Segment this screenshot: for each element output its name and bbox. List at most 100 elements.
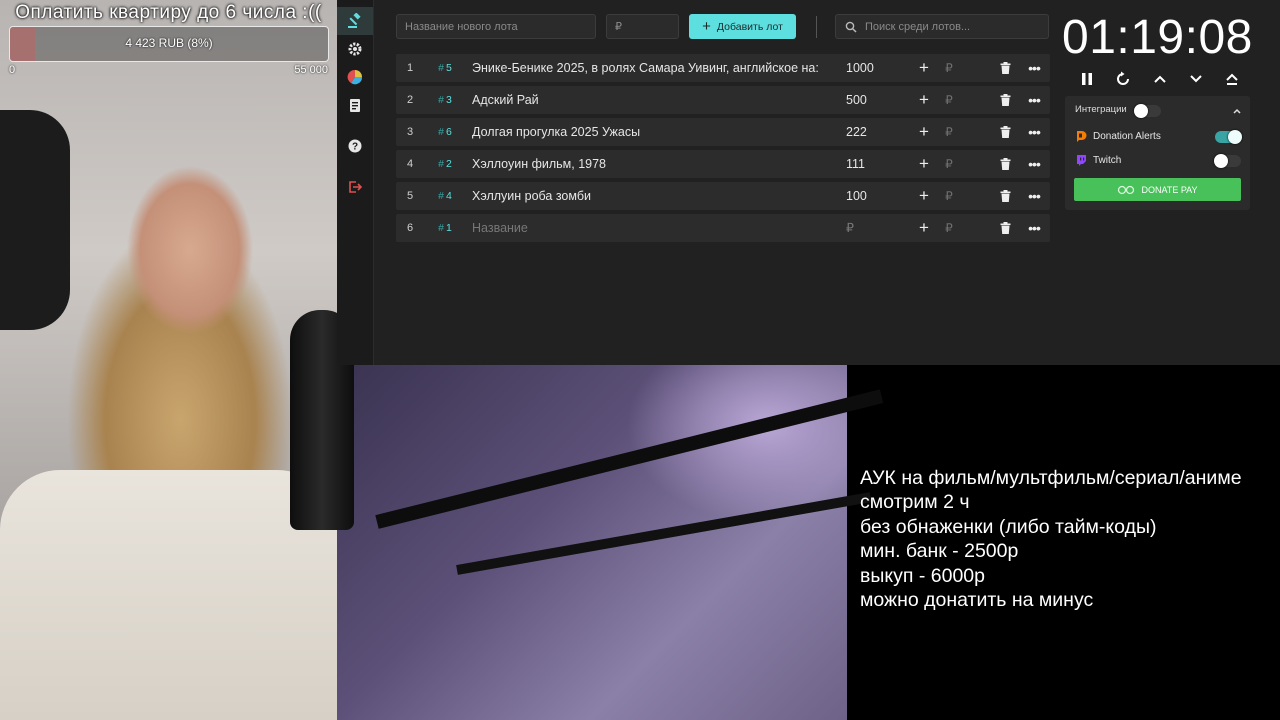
donate-pay-logo-icon [1118, 185, 1135, 194]
lot-amount[interactable]: 222 [846, 118, 901, 146]
history-clipboard-icon[interactable] [337, 91, 373, 119]
lot-amount[interactable]: 1000 [846, 54, 901, 82]
more-options-icon[interactable]: ••• [1024, 150, 1044, 178]
plus-icon: + [702, 18, 711, 35]
auction-rules: АУК на фильм/мультфильм/сериал/аниме смо… [860, 466, 1275, 612]
donation-alerts-row: Donation Alerts [1075, 130, 1161, 142]
add-to-lot-plus-icon[interactable]: + [914, 150, 934, 178]
rules-line: смотрим 2 ч [860, 491, 970, 514]
delete-lot-trash-icon[interactable] [997, 182, 1013, 210]
webcam-background-scene [337, 365, 884, 720]
lot-add-amount-input[interactable]: ₽ [941, 54, 957, 82]
lot-amount[interactable]: 100 [846, 182, 901, 210]
twitch-label: Twitch [1093, 154, 1122, 166]
twitch-toggle[interactable] [1214, 154, 1241, 168]
lot-add-amount-input[interactable]: ₽ [941, 150, 957, 178]
rules-line: без обнаженки (либо тайм-коды) [860, 515, 1157, 538]
donation-alerts-label: Donation Alerts [1093, 130, 1161, 142]
lot-name[interactable]: Адский Рай [472, 86, 827, 114]
gaming-chair [0, 110, 70, 330]
toolbar-divider [816, 16, 817, 38]
reset-icon[interactable] [1113, 69, 1133, 89]
help-icon[interactable]: ? [337, 132, 373, 160]
lot-row: 3 #6 Долгая прогулка 2025 Ужасы 222 + ₽ ••• [396, 118, 1050, 146]
lot-name[interactable]: Название [472, 214, 827, 242]
more-options-icon[interactable]: ••• [1024, 86, 1044, 114]
integrations-panel: Интеграции Donation Alerts Twitch DONATE… [1065, 96, 1250, 210]
search-input[interactable] [863, 19, 1048, 34]
lot-name[interactable]: Долгая прогулка 2025 Ужасы [472, 118, 827, 146]
lot-row: 2 #3 Адский Рай 500 + ₽ ••• [396, 86, 1050, 114]
new-lot-name-input[interactable] [396, 14, 596, 39]
lot-add-amount-input[interactable]: ₽ [941, 182, 957, 210]
settings-gear-icon[interactable] [337, 35, 373, 63]
search-box[interactable] [835, 14, 1049, 39]
webcam-streamer [0, 0, 337, 720]
lot-id: 5 [446, 62, 452, 74]
more-options-icon[interactable]: ••• [1024, 214, 1044, 242]
toggle-knob [1228, 130, 1242, 144]
mic-boom-arm-lower [456, 492, 872, 575]
add-lot-button[interactable]: + Добавить лот [689, 14, 796, 39]
lot-number: 1 [406, 62, 414, 74]
chevron-down-icon[interactable] [1186, 69, 1206, 89]
more-options-icon[interactable]: ••• [1024, 54, 1044, 82]
stats-pie-icon[interactable] [337, 63, 373, 91]
lot-number: 5 [406, 190, 414, 202]
delete-lot-trash-icon[interactable] [997, 86, 1013, 114]
chevron-up-icon[interactable] [1150, 69, 1170, 89]
lot-row: 1 #5 Энике-Бенике 2025, в ролях Самара Уив… [396, 54, 1050, 82]
donate-pay-button[interactable]: DONATE PAY [1074, 178, 1241, 201]
delete-lot-trash-icon[interactable] [997, 54, 1013, 82]
lot-id: 6 [446, 126, 452, 138]
rules-line: АУК на фильм/мультфильм/сериал/аниме [860, 467, 1242, 489]
add-to-lot-plus-icon[interactable]: + [914, 54, 934, 82]
lot-name[interactable]: Хэллоуин фильм, 1978 [472, 150, 827, 178]
lot-amount[interactable]: 111 [846, 150, 901, 178]
lot-id: 3 [446, 94, 452, 106]
chevron-up-icon[interactable] [1232, 103, 1242, 121]
new-lot-amount-input[interactable] [606, 14, 679, 39]
lot-row: 5 #4 Хэллуин роба зомби 100 + ₽ ••• [396, 182, 1050, 210]
lot-amount[interactable]: 500 [846, 86, 901, 114]
more-options-icon[interactable]: ••• [1024, 182, 1044, 210]
lot-name[interactable]: Хэллуин роба зомби [472, 182, 827, 210]
lot-row: 4 #2 Хэллоуин фильм, 1978 111 + ₽ ••• [396, 150, 1050, 178]
delete-lot-trash-icon[interactable] [997, 150, 1013, 178]
lot-number: 3 [406, 126, 414, 138]
goal-progress-text: 4 423 RUB (8%) [125, 36, 213, 50]
hash-icon: # [438, 94, 444, 106]
delete-lot-trash-icon[interactable] [997, 214, 1013, 242]
auction-app: ? + Добавить лот 1#5Энике-Бенике 2025, в… [337, 0, 1280, 365]
add-to-lot-plus-icon[interactable]: + [914, 214, 934, 242]
lot-add-amount-input[interactable]: ₽ [941, 214, 957, 242]
delete-lot-trash-icon[interactable] [997, 118, 1013, 146]
lot-id: 4 [446, 190, 452, 202]
lot-id-tag: #6 [431, 118, 459, 146]
rules-line: можно донатить на минус [860, 588, 1094, 611]
add-to-lot-plus-icon[interactable]: + [914, 118, 934, 146]
add-to-lot-plus-icon[interactable]: + [914, 86, 934, 114]
lot-add-amount-input[interactable]: ₽ [941, 86, 957, 114]
add-lot-label: Добавить лот [716, 20, 783, 33]
more-options-icon[interactable]: ••• [1024, 118, 1044, 146]
timer-controls [1077, 69, 1242, 89]
double-up-icon[interactable] [1222, 69, 1242, 89]
lot-add-amount-input[interactable]: ₽ [941, 118, 957, 146]
toggle-knob [1214, 154, 1228, 168]
pause-icon[interactable] [1077, 69, 1097, 89]
lot-number: 6 [406, 222, 414, 234]
logout-icon[interactable] [337, 173, 373, 201]
donation-alerts-toggle[interactable] [1215, 130, 1242, 144]
lot-name[interactable]: Энике-Бенике 2025, в ролях Самара Уивинг… [472, 54, 827, 82]
auction-gavel-icon[interactable] [337, 7, 373, 35]
lot-number: 4 [406, 158, 414, 170]
lot-row: 6 #1 Название ₽ + ₽ ••• [396, 214, 1050, 242]
add-to-lot-plus-icon[interactable]: + [914, 182, 934, 210]
goal-progress-bar: 4 423 RUB (8%) [9, 26, 329, 62]
lot-id: 2 [446, 158, 452, 170]
rules-line: выкуп - 6000р [860, 564, 985, 587]
integrations-master-toggle[interactable] [1134, 104, 1161, 118]
lot-amount[interactable]: ₽ [846, 214, 901, 242]
lot-number: 2 [406, 94, 414, 106]
